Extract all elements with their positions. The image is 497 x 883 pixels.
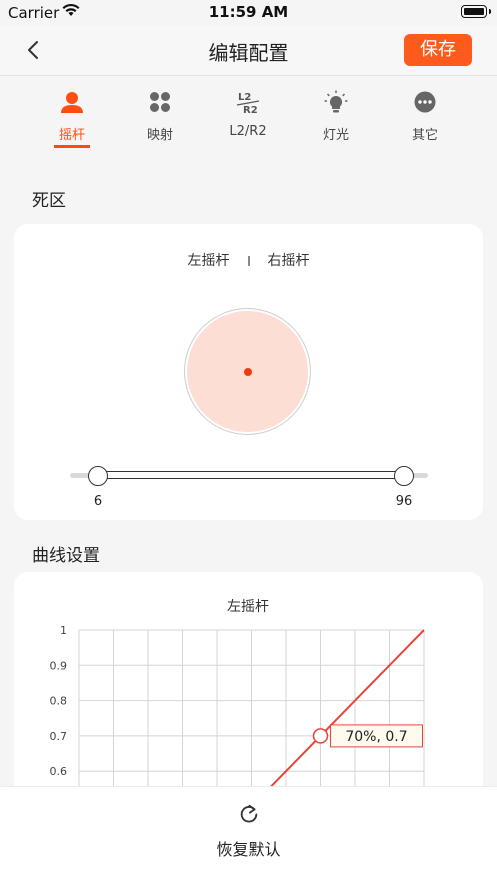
right-stick-option[interactable]: 右摇杆	[268, 250, 310, 270]
toggle-divider	[247, 256, 250, 266]
stick-position-dot	[244, 368, 252, 376]
tab-l2-r2[interactable]: L2 R2 L2/R2	[208, 78, 288, 154]
deadzone-card: 左摇杆 右摇杆 6 96	[14, 224, 483, 520]
l2-r2-icon: L2 R2	[236, 92, 260, 114]
person-icon	[61, 92, 83, 113]
chart-title: 左摇杆	[227, 599, 269, 615]
tab-label: 灯光	[322, 128, 349, 143]
curve-line	[270, 629, 425, 786]
tab-lighting[interactable]: 灯光	[296, 78, 376, 154]
y-tick-label: 0.9	[50, 659, 68, 672]
tab-label: 其它	[411, 128, 438, 143]
y-tick-label: 0.6	[50, 765, 68, 778]
curve-point-handle[interactable]	[312, 728, 329, 744]
deadzone-section-title: 死区	[32, 191, 66, 211]
y-tick-label: 0.8	[50, 695, 68, 708]
tab-label: 摇杆	[58, 128, 85, 143]
stick-toggle: 左摇杆 右摇杆	[14, 250, 483, 270]
lightbulb-icon	[324, 90, 348, 113]
more-icon	[414, 91, 436, 113]
tab-other[interactable]: 其它	[385, 78, 465, 154]
tab-label: 映射	[146, 128, 173, 143]
status-bar: Carrier 11:59 AM	[0, 0, 497, 26]
curve-card: 左摇杆 1 0.9 0.8 0.7 0.6 70%, 0.7	[14, 572, 483, 812]
deadzone-min-handle[interactable]	[88, 466, 108, 486]
refresh-icon[interactable]	[238, 803, 260, 825]
deadzone-preview	[184, 308, 311, 435]
deadzone-min-value: 6	[93, 494, 103, 509]
battery-icon	[461, 5, 491, 18]
reset-default-button[interactable]: 恢复默认	[0, 836, 497, 860]
y-tick-label: 1	[60, 624, 67, 637]
svg-text:R2: R2	[243, 105, 258, 114]
tab-mapping[interactable]: 映射	[120, 78, 200, 154]
tab-label: L2/R2	[229, 124, 267, 139]
left-stick-option[interactable]: 左摇杆	[188, 250, 230, 270]
four-dots-icon	[150, 92, 170, 112]
clock: 11:59 AM	[208, 3, 289, 21]
svg-text:L2: L2	[238, 92, 251, 103]
y-tick-label: 0.7	[50, 730, 68, 743]
deadzone-max-handle[interactable]	[394, 466, 414, 486]
deadzone-max-value: 96	[395, 494, 413, 509]
bottom-bar: 恢复默认	[0, 786, 497, 883]
tab-bar: 摇杆 映射 L2 R2 L2/R2 灯光 其它	[0, 78, 497, 156]
curve-section-title: 曲线设置	[32, 546, 100, 566]
curve-chart-area: 左摇杆 1 0.9 0.8 0.7 0.6 70%, 0.7	[14, 572, 483, 786]
tab-joystick[interactable]: 摇杆	[32, 78, 112, 154]
marker-label: 70%, 0.7	[345, 729, 407, 745]
deadzone-slider-range	[98, 471, 404, 479]
nav-bar: 编辑配置 保存	[0, 26, 497, 76]
active-tab-underline	[54, 145, 90, 148]
response-curve-chart[interactable]: 左摇杆 1 0.9 0.8 0.7 0.6 70%, 0.7	[14, 572, 483, 786]
save-button[interactable]: 保存	[404, 34, 472, 66]
